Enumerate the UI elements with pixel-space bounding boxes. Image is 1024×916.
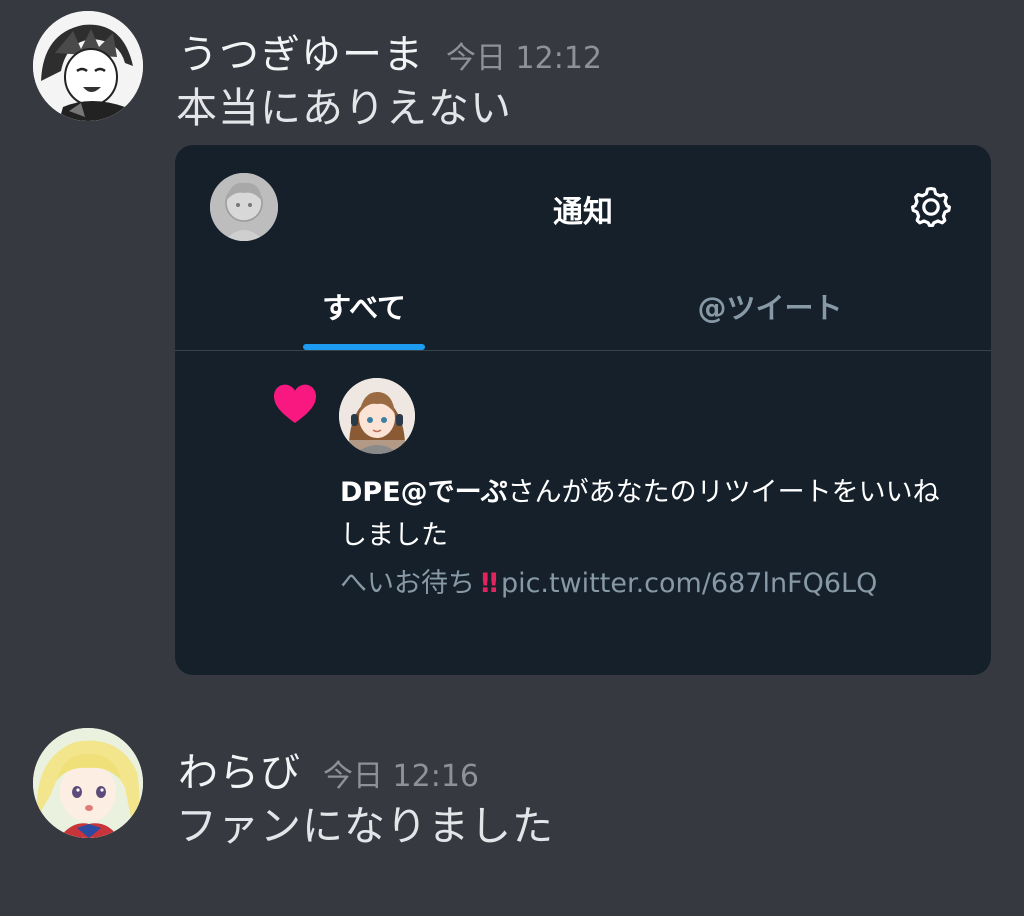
avatar <box>339 378 415 454</box>
timestamp: 今日 12:16 <box>323 759 479 794</box>
page-title: 通知 <box>553 195 613 230</box>
embedded-image[interactable]: 通知 すべて @ツイート DPE@でーぷさんがあなたのリツイートをいいねしました… <box>175 145 991 675</box>
tab-all: すべて <box>322 291 406 325</box>
divider <box>175 350 991 351</box>
message-text: ファンになりました <box>176 802 554 850</box>
timestamp: 今日 12:12 <box>446 41 602 76</box>
tab-mentions: @ツイート <box>697 291 843 325</box>
avatar-warabi[interactable] <box>33 728 143 838</box>
tweet-link: pic.twitter.com/687lnFQ6LQ <box>500 568 878 599</box>
notification-user: DPE@でーぷ <box>340 477 508 508</box>
double-exclamation-icon: ‼ <box>481 568 498 599</box>
username[interactable]: わらび <box>178 740 301 798</box>
heart-icon <box>271 381 319 425</box>
username[interactable]: うつぎゆーま <box>178 22 424 80</box>
notification-text: DPE@でーぷさんがあなたのリツイートをいいねしました <box>340 471 960 557</box>
tweet-preview: へいお待ち ‼ pic.twitter.com/687lnFQ6LQ <box>340 562 960 605</box>
tweet-text: へいお待ち <box>340 568 475 599</box>
avatar-utsugi[interactable] <box>33 11 143 121</box>
gear-icon <box>907 183 955 231</box>
message-text: 本当にありえない <box>176 84 512 132</box>
message-header-1: うつぎゆーま 今日 12:12 <box>178 22 602 80</box>
message-header-2: わらび 今日 12:16 <box>178 740 479 798</box>
